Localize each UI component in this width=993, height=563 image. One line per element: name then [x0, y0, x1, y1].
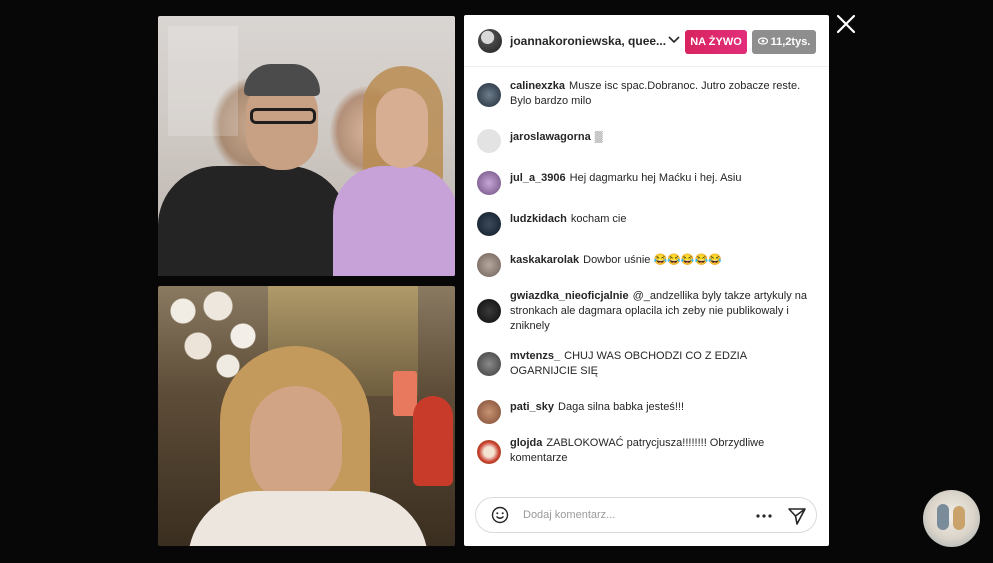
comment-input[interactable]	[523, 507, 723, 523]
chevron-down-icon[interactable]	[667, 32, 681, 46]
comment-body: jul_a_3906 Hej dagmarku hej Maćku i hej. …	[510, 171, 810, 186]
comment-avatar[interactable]	[477, 352, 501, 376]
comment-body: calinexzka Musze isc spac.Dobranoc. Jutro…	[510, 79, 810, 109]
close-icon[interactable]	[834, 12, 858, 36]
comment-username[interactable]: pati_sky	[510, 401, 554, 413]
comment-body: pati_sky Daga silna babka jesteś!!!	[510, 400, 810, 415]
person-face	[376, 88, 428, 168]
person-hair	[244, 64, 320, 96]
comment-avatar[interactable]	[477, 129, 501, 153]
person-face	[250, 386, 342, 504]
comment-composer	[475, 497, 817, 533]
comment-username[interactable]: jul_a_3906	[510, 172, 566, 184]
comment-username[interactable]: ludzkidach	[510, 213, 567, 225]
viewer-count-badge[interactable]: 11,2tys.	[752, 30, 816, 54]
person-shirt	[158, 166, 348, 276]
comment-body: jaroslawagorna ▒	[510, 130, 810, 145]
comment-body: gwiazdka_nieoficjalnie @_andzellika byly …	[510, 289, 810, 334]
comment-username[interactable]: gwiazdka_nieoficjalnie	[510, 290, 629, 302]
window-light	[168, 26, 238, 136]
red-vase	[413, 396, 453, 486]
person-hoodie	[333, 166, 455, 276]
comment-username[interactable]: glojda	[510, 437, 542, 449]
comment-username[interactable]: calinexzka	[510, 80, 565, 92]
comment-avatar[interactable]	[477, 171, 501, 195]
viewer-count: 11,2tys.	[770, 36, 811, 48]
comment-text: Dowbor uśnie 😂😂😂😂😂	[583, 254, 722, 266]
more-icon[interactable]	[756, 514, 772, 518]
eye-icon	[757, 37, 768, 45]
video-feed-bottom	[158, 286, 455, 546]
comment-avatar[interactable]	[477, 83, 501, 107]
host-avatar[interactable]	[478, 29, 502, 53]
avatar-figure	[953, 506, 965, 530]
comment-avatar[interactable]	[477, 253, 501, 277]
glasses	[250, 108, 316, 124]
channel-avatar[interactable]	[923, 490, 980, 547]
live-stream-viewer: joannakoroniewska, quee... NA ŻYWO 11,2t…	[0, 0, 993, 563]
person-top	[188, 491, 428, 546]
comment-body: mvtenzs_ CHUJ WAS OBCHODZI CO Z EDZIA OGA…	[510, 349, 810, 379]
comment-username[interactable]: mvtenzs_	[510, 350, 560, 362]
comment-body: glojda ZABLOKOWAĆ patrycjusza!!!!!!!! Obr…	[510, 436, 810, 466]
comment-text: kocham cie	[570, 213, 627, 225]
avatar-figure	[937, 504, 949, 530]
comment-list: calinexzka Musze isc spac.Dobranoc. Jutro…	[464, 67, 829, 485]
comment-avatar[interactable]	[477, 440, 501, 464]
video-feed-top	[158, 16, 455, 276]
comment-username[interactable]: jaroslawagorna	[510, 131, 591, 143]
host-name[interactable]: joannakoroniewska, quee...	[510, 34, 670, 48]
comment-avatar[interactable]	[477, 400, 501, 424]
live-header: joannakoroniewska, quee... NA ŻYWO 11,2t…	[464, 15, 829, 67]
live-comments-panel: joannakoroniewska, quee... NA ŻYWO 11,2t…	[464, 15, 829, 546]
comment-text: Daga silna babka jesteś!!!	[558, 401, 684, 413]
send-icon[interactable]	[787, 506, 807, 526]
comment-text: ZABLOKOWAĆ patrycjusza!!!!!!!! Obrzydliw…	[510, 437, 765, 464]
comment-text: Hej dagmarku hej Maćku i hej. Asiu	[569, 172, 742, 184]
comment-avatar[interactable]	[477, 299, 501, 323]
comment-body: kaskakarolak Dowbor uśnie 😂😂😂😂😂	[510, 253, 810, 268]
comment-avatar[interactable]	[477, 212, 501, 236]
comment-username[interactable]: kaskakarolak	[510, 254, 579, 266]
comment-body: ludzkidach kocham cie	[510, 212, 810, 227]
live-badge: NA ŻYWO	[685, 30, 747, 54]
emoji-icon[interactable]	[491, 506, 509, 524]
comment-text: ▒	[594, 131, 603, 143]
